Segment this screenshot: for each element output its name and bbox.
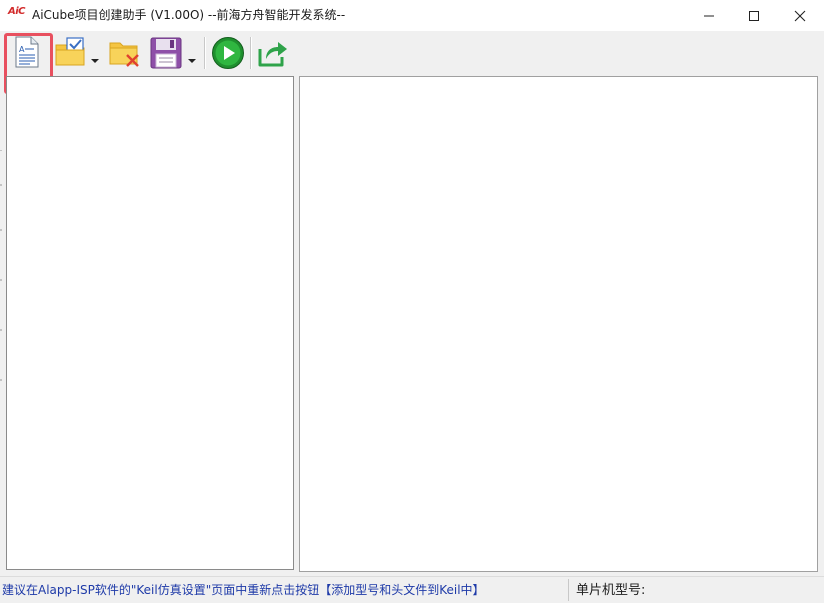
minimize-button[interactable] (686, 0, 732, 31)
run-play-icon (212, 37, 244, 69)
toolbar-separator (250, 37, 251, 69)
content-panel[interactable] (299, 76, 818, 572)
open-project-dropdown[interactable] (91, 49, 99, 68)
app-logo: AiC (8, 6, 26, 17)
close-button[interactable] (777, 0, 823, 31)
status-divider (568, 579, 569, 601)
chip-model-label: 单片机型号: (576, 583, 646, 598)
save-button[interactable] (150, 37, 182, 69)
export-button[interactable] (257, 37, 289, 69)
title-bar: AiC AiCube项目创建助手 (V1.00O) --前海方舟智能开发系统-- (0, 0, 824, 31)
delete-folder-icon (109, 42, 139, 67)
left-edge-marks (0, 150, 2, 381)
toolbar: A (0, 31, 824, 75)
maximize-button[interactable] (731, 0, 777, 31)
close-project-button[interactable] (109, 38, 141, 70)
save-disk-icon (150, 37, 182, 69)
export-share-icon (258, 42, 287, 67)
project-tree-panel[interactable] (6, 76, 294, 570)
minimize-icon (704, 15, 714, 16)
close-icon (794, 10, 806, 21)
save-dropdown[interactable] (188, 49, 196, 68)
chevron-down-icon (188, 59, 196, 63)
toolbar-separator (204, 37, 205, 69)
maximize-icon (749, 10, 759, 21)
status-message: 建议在Alapp-ISP软件的"Keil仿真设置"页面中重新点击按钮【添加型号和… (2, 583, 485, 597)
open-folder-icon (55, 37, 85, 66)
status-bar: 建议在Alapp-ISP软件的"Keil仿真设置"页面中重新点击按钮【添加型号和… (0, 576, 824, 603)
run-button[interactable] (211, 36, 245, 70)
open-project-button[interactable] (55, 37, 87, 67)
chevron-down-icon (91, 59, 99, 63)
window-title: AiCube项目创建助手 (V1.00O) --前海方舟智能开发系统-- (32, 8, 346, 22)
